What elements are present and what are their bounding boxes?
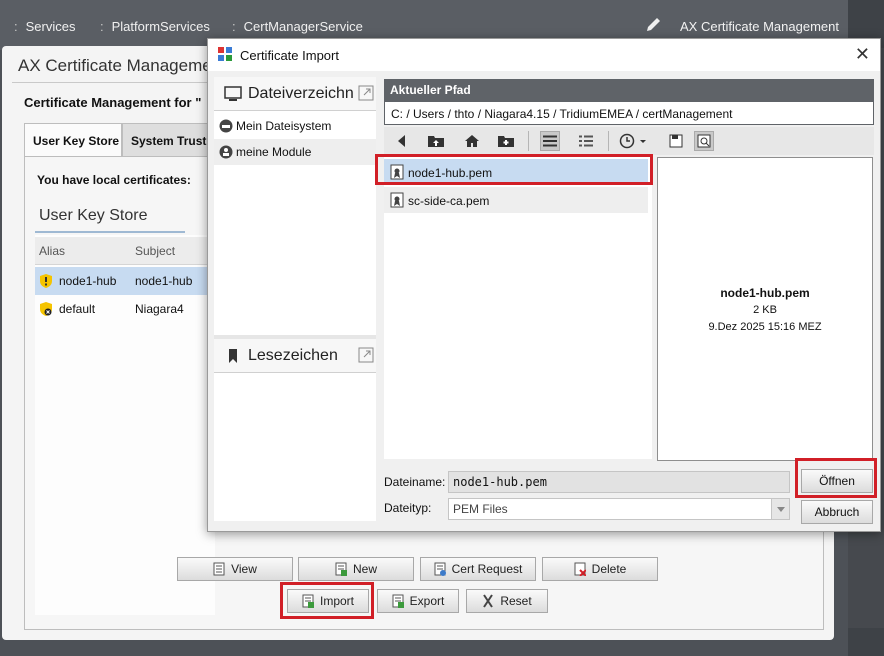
filetype-select[interactable]: PEM Files <box>448 498 790 520</box>
app-icon <box>218 47 232 61</box>
back-icon[interactable] <box>392 131 412 151</box>
details-view-icon[interactable] <box>576 131 596 151</box>
shield-error-icon <box>40 302 52 316</box>
certificate-import-dialog: Certificate Import ✕ Dateiverzeichn Mein… <box>207 38 881 532</box>
monitor-icon <box>224 86 242 101</box>
place-mein-dateisystem[interactable]: Mein Dateisystem <box>214 113 376 139</box>
cert-request-button[interactable]: Cert Request <box>420 557 536 581</box>
expand-icon[interactable] <box>358 347 374 363</box>
dialog-title: Certificate Import <box>240 48 339 63</box>
document-icon <box>213 562 225 576</box>
file-toolbar <box>384 127 874 155</box>
row-subject: node1-hub <box>135 274 193 288</box>
cancel-button[interactable]: Abbruch <box>801 500 873 524</box>
import-highlight-box <box>280 582 374 619</box>
places-title: Dateiverzeichn <box>248 85 354 102</box>
column-alias[interactable]: Alias <box>39 244 65 258</box>
export-button[interactable]: Export <box>377 589 459 613</box>
bookmarks-title: Lesezeichen <box>248 347 338 364</box>
pencil-icon[interactable] <box>644 16 662 34</box>
view-button[interactable]: View <box>177 557 293 581</box>
new-document-icon <box>335 562 347 576</box>
preview-filesize: 2 KB <box>753 304 777 316</box>
cert-request-icon <box>434 562 446 576</box>
places-sidebar: Dateiverzeichn Mein Dateisystem meine Mo… <box>214 77 376 521</box>
bookmarks-header: Lesezeichen <box>214 339 376 373</box>
bookmark-icon <box>229 349 237 363</box>
tab-system-trust-store[interactable]: System Trust S <box>122 123 212 157</box>
place-meine-module[interactable]: meine Module <box>214 139 376 165</box>
filename-field[interactable]: node1-hub.pem <box>448 471 790 493</box>
filename-label: Dateiname: <box>384 475 446 489</box>
section-title: User Key Store <box>39 207 148 224</box>
home-icon[interactable] <box>462 131 482 151</box>
current-path-header: Aktueller Pfad <box>384 79 874 101</box>
filesystem-icon <box>219 119 233 133</box>
dialog-titlebar: Certificate Import ✕ <box>208 39 880 71</box>
expand-icon[interactable] <box>358 85 374 101</box>
new-folder-icon[interactable] <box>496 131 516 151</box>
filetype-label: Dateityp: <box>384 501 432 515</box>
table-row[interactable]: node1-hub node1-hub <box>35 267 215 295</box>
row-subject: Niagara4 <box>135 302 184 316</box>
file-preview: node1-hub.pem 2 KB 9.Dez 2025 15:16 MEZ <box>657 157 873 461</box>
export-document-icon <box>392 594 404 608</box>
cert-for-heading: Certificate Management for " <box>24 95 202 110</box>
tab-user-key-store[interactable]: User Key Store <box>24 123 122 157</box>
delete-document-icon <box>574 562 587 577</box>
table-row[interactable]: default Niagara4 <box>35 295 215 323</box>
breadcrumb-certmanagerservice[interactable]: : CertManagerService <box>232 19 363 34</box>
open-highlight-box <box>795 458 877 498</box>
preview-filename: node1-hub.pem <box>720 286 810 300</box>
reset-icon <box>482 594 494 608</box>
module-icon <box>219 145 233 159</box>
folder-up-icon[interactable] <box>426 131 446 151</box>
local-certs-text: You have local certificates: <box>37 173 191 187</box>
save-path-icon[interactable] <box>666 131 686 151</box>
panel-title: AX Certificate Manageme <box>18 56 212 75</box>
history-icon[interactable] <box>618 131 650 151</box>
list-view-icon[interactable] <box>540 131 560 151</box>
certificate-file-icon <box>390 192 404 208</box>
row-alias: node1-hub <box>59 274 117 288</box>
file-highlight-box <box>375 154 653 185</box>
close-icon[interactable]: ✕ <box>855 44 870 65</box>
breadcrumb-services[interactable]: : Services <box>14 19 75 34</box>
reset-button[interactable]: Reset <box>466 589 548 613</box>
new-button[interactable]: New <box>298 557 414 581</box>
places-header: Dateiverzeichn <box>214 77 376 111</box>
shield-warning-icon <box>40 274 52 288</box>
current-path-field[interactable]: C: / Users / thto / Niagara4.15 / Tridiu… <box>384 101 874 125</box>
column-subject[interactable]: Subject <box>135 244 175 258</box>
table-header: Alias Subject <box>35 237 215 265</box>
chevron-down-icon[interactable] <box>771 499 789 519</box>
file-list: node1-hub.pem sc-side-ca.pem <box>384 157 652 459</box>
delete-button[interactable]: Delete <box>542 557 658 581</box>
breadcrumb-platformservices[interactable]: : PlatformServices <box>100 19 210 34</box>
row-alias: default <box>59 302 96 316</box>
preview-toggle-icon[interactable] <box>694 131 714 151</box>
file-item-sc-side-ca[interactable]: sc-side-ca.pem <box>384 187 648 213</box>
preview-date: 9.Dez 2025 15:16 MEZ <box>708 321 822 333</box>
